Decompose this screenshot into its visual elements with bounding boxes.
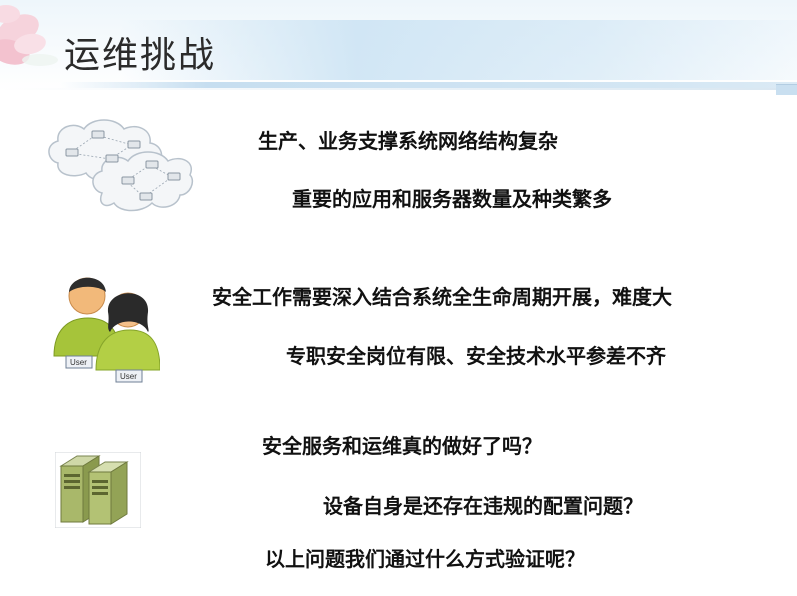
point-config-violation: 设备自身是还存在违规的配置问题？ [323, 494, 643, 518]
servers-icon [55, 452, 141, 528]
user-tag-2: User [120, 372, 137, 381]
point-network-complex: 生产、业务支撑系统网络结构复杂 [258, 129, 558, 153]
point-ops-done-well: 安全服务和运维真的做好了吗？ [262, 434, 542, 458]
point-verify-how: 以上问题我们通过什么方式验证呢？ [265, 547, 585, 571]
lotus-flower-icon [0, 5, 58, 66]
point-security-lifecycle: 安全工作需要深入结合系统全生命周期开展，难度大 [212, 285, 672, 309]
header-glow [120, 20, 797, 80]
header-divider-thin [0, 88, 797, 90]
point-servers-many: 重要的应用和服务器数量及种类繁多 [292, 187, 612, 211]
user-tag-1: User [70, 358, 87, 367]
users-icon: User User [53, 277, 160, 383]
corner-decoration [776, 84, 797, 95]
page-title: 运维挑战 [64, 35, 217, 76]
point-staff-limited: 专职安全岗位有限、安全技术水平参差不齐 [286, 344, 666, 368]
network-cloud-icon [48, 119, 194, 212]
